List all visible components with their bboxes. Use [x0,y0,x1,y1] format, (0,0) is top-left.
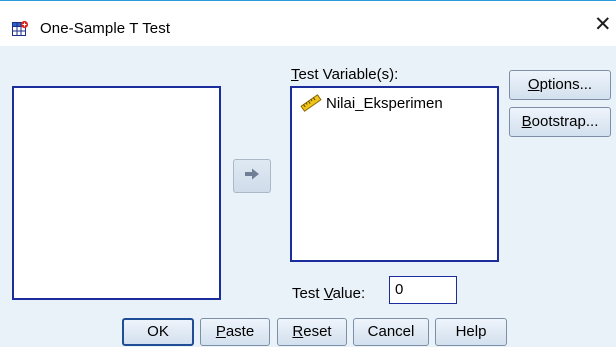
list-item[interactable]: Nilai_Eksperimen [300,94,443,112]
reset-button[interactable]: Reset [277,318,347,346]
help-button[interactable]: Help [435,318,507,346]
test-value-input[interactable]: 0 [389,276,457,304]
test-variables-list[interactable]: Nilai_Eksperimen [290,86,499,262]
test-value-label: Test Value: [292,285,366,302]
source-variable-list[interactable] [12,86,221,300]
arrow-right-icon [244,167,260,185]
options-button[interactable]: Options... [509,70,611,100]
scale-ruler-icon [300,94,322,112]
paste-button[interactable]: Paste [200,318,270,346]
ok-button[interactable]: OK [122,318,194,346]
variable-label: Nilai_Eksperimen [326,94,443,112]
spss-dialog-icon [12,20,30,37]
window-title: One-Sample T Test [40,20,171,37]
bootstrap-button[interactable]: Bootstrap... [509,107,611,137]
move-variable-button[interactable] [233,159,271,193]
title-bar: One-Sample T Test ✕ [0,0,616,46]
cancel-button[interactable]: Cancel [353,318,429,346]
test-variables-label: Test Variable(s): [291,66,399,83]
close-icon[interactable]: ✕ [594,14,612,35]
